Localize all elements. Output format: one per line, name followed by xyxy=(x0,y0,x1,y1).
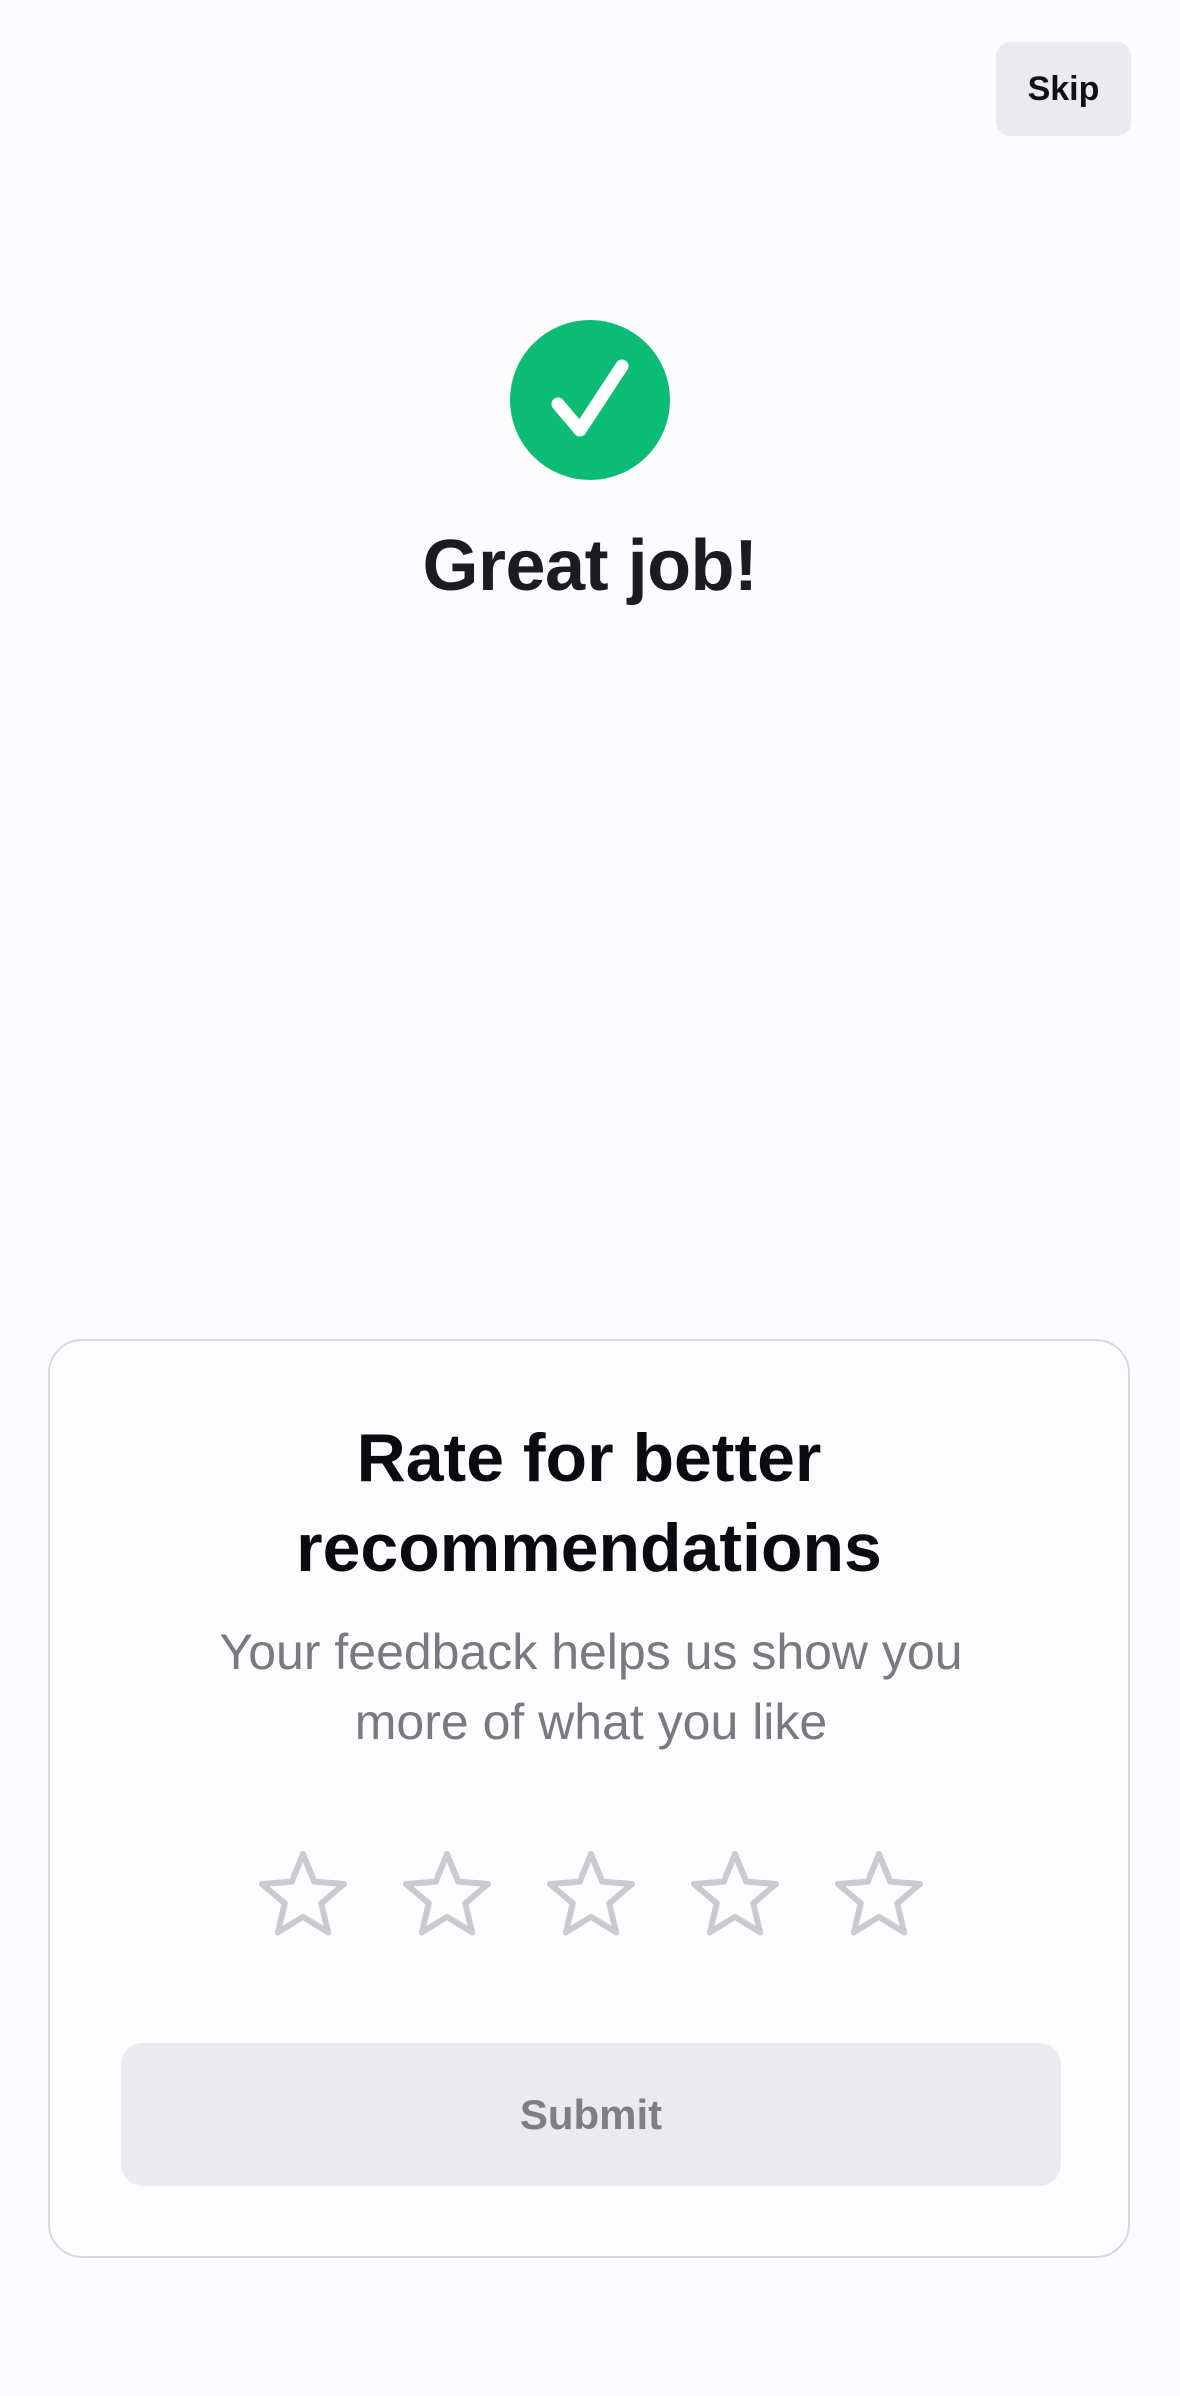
card-subtitle-line-2: more of what you like xyxy=(354,1694,828,1750)
star-rating xyxy=(50,1846,1128,1946)
skip-button[interactable]: Skip xyxy=(996,42,1131,136)
rating-screen: Skip Great job! Rate for better recommen… xyxy=(0,0,1180,2396)
card-subtitle: Your feedback helps us show you more of … xyxy=(130,1617,1052,1757)
card-title-line-2: recommendations xyxy=(296,1510,882,1586)
card-title: Rate for better recommendations xyxy=(50,1413,1128,1593)
star-1-icon[interactable] xyxy=(253,1846,353,1946)
star-5-icon[interactable] xyxy=(829,1846,929,1946)
rating-card: Rate for better recommendations Your fee… xyxy=(48,1339,1130,2258)
submit-button[interactable]: Submit xyxy=(121,2043,1061,2186)
card-subtitle-line-1: Your feedback helps us show you xyxy=(219,1624,963,1680)
star-3-icon[interactable] xyxy=(541,1846,641,1946)
checkmark-icon xyxy=(551,359,629,437)
page-title: Great job! xyxy=(422,526,758,606)
star-4-icon[interactable] xyxy=(685,1846,785,1946)
star-2-icon[interactable] xyxy=(397,1846,497,1946)
card-title-line-1: Rate for better xyxy=(356,1420,822,1496)
success-checkmark-icon xyxy=(510,320,670,480)
